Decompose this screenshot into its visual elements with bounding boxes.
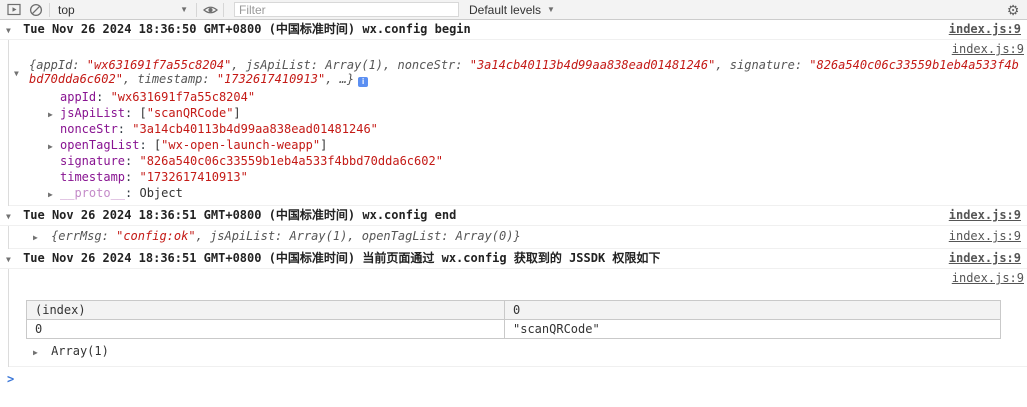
property-row-noncestr: nonceStr: "3a14cb40113b4d99aa838ead01481… (60, 122, 378, 136)
console-group-config-begin: index.js:9 ▼ Tue Nov 26 2024 18:36:50 GM… (0, 20, 1027, 206)
property-row-opentaglist[interactable]: ▶ openTagList: ["wx-open-launch-weapp"] (9, 137, 1027, 153)
collapse-triangle-icon[interactable]: ▼ (6, 26, 11, 35)
object-preview: {appId: "wx631691f7a55c8204", jsApiList:… (29, 58, 1019, 87)
console-toolbar: top ▼ Default levels ▼ ⚙ (0, 0, 1027, 20)
info-icon[interactable]: i (358, 77, 369, 87)
log-level-value: Default levels (469, 2, 542, 17)
console-prompt-icon: > (7, 372, 15, 386)
clear-console-icon[interactable] (25, 2, 47, 18)
property-row-proto[interactable]: ▶ __proto__: Object (9, 185, 1027, 201)
property-row-appid: appId: "wx631691f7a55c8204" (60, 90, 256, 104)
group-header[interactable]: index.js:9 ▼ Tue Nov 26 2024 18:36:50 GM… (0, 20, 1027, 40)
console-table: (index) 0 0 "scanQRCode" (26, 300, 1001, 339)
log-level-selector[interactable]: Default levels ▼ (463, 3, 561, 17)
table-header-0[interactable]: 0 (504, 300, 1001, 320)
group-header[interactable]: index.js:9 ▼ Tue Nov 26 2024 18:36:51 GM… (0, 249, 1027, 269)
property-row-jsapilist[interactable]: ▶ jsApiList: ["scanQRCode"] (9, 105, 1027, 121)
console-group-jssdk-permissions: index.js:9 ▼ Tue Nov 26 2024 18:36:51 GM… (0, 249, 1027, 367)
collapse-triangle-icon[interactable]: ▼ (6, 255, 11, 264)
live-expression-eye-icon[interactable] (199, 2, 221, 18)
object-preview-row[interactable]: ▼ {appId: "wx631691f7a55c8204", jsApiLis… (9, 58, 1027, 87)
group-title: Tue Nov 26 2024 18:36:51 GMT+0800 (中国标准时… (23, 251, 661, 265)
property-row-signature: signature: "826a540c06c33559b1eb4a533f4b… (60, 154, 443, 168)
frame-context-selector[interactable]: top ▼ (52, 3, 194, 17)
property-row-timestamp: timestamp: "1732617410913" (60, 170, 248, 184)
source-link[interactable]: index.js:9 (949, 209, 1021, 222)
console-sidebar-icon[interactable] (3, 2, 25, 18)
console-input[interactable]: > (0, 367, 1027, 407)
toolbar-divider (223, 2, 224, 17)
source-link[interactable]: index.js:9 (952, 42, 1024, 57)
source-link[interactable]: index.js:9 (949, 252, 1021, 265)
log-entry-config-object: index.js:9 ▼ {appId: "wx631691f7a55c8204… (9, 40, 1027, 206)
console-group-config-end: index.js:9 ▼ Tue Nov 26 2024 18:36:51 GM… (0, 206, 1027, 249)
group-header[interactable]: index.js:9 ▼ Tue Nov 26 2024 18:36:51 GM… (0, 206, 1027, 226)
object-properties: appId: "wx631691f7a55c8204" ▶ jsApiList: … (9, 89, 1027, 201)
table-row: 0 "scanQRCode" (26, 319, 1001, 339)
toolbar-divider (196, 2, 197, 17)
object-preview: {errMsg: "config:ok", jsApiList: Array(1… (51, 229, 521, 243)
source-link[interactable]: index.js:9 (952, 271, 1024, 286)
table-cell-value: "scanQRCode" (504, 319, 1001, 339)
frame-context-value: top (58, 2, 75, 17)
chevron-down-icon: ▼ (180, 5, 188, 14)
expand-triangle-icon: ▶ (48, 190, 53, 199)
chevron-down-icon: ▼ (547, 5, 555, 14)
log-entry-errmsg-object[interactable]: index.js:9 ▶ {errMsg: "config:ok", jsApi… (9, 226, 1027, 249)
source-link[interactable]: index.js:9 (949, 23, 1021, 36)
expand-triangle-icon[interactable]: ▼ (14, 67, 19, 81)
log-entry-console-table: index.js:9 (index) 0 0 "scanQRCode" ▶ Ar… (9, 269, 1027, 367)
settings-gear-icon[interactable]: ⚙ (1002, 2, 1024, 18)
group-title: Tue Nov 26 2024 18:36:51 GMT+0800 (中国标准时… (23, 208, 457, 222)
filter-input[interactable] (234, 2, 459, 17)
toolbar-divider (49, 2, 50, 17)
array-preview-row[interactable]: ▶ Array(1) (9, 344, 1027, 360)
table-header-row: (index) 0 (26, 300, 1001, 320)
collapse-triangle-icon[interactable]: ▼ (6, 212, 11, 221)
source-link[interactable]: index.js:9 (949, 229, 1021, 243)
expand-triangle-icon[interactable]: ▶ (33, 348, 38, 357)
table-cell-index: 0 (26, 319, 505, 339)
table-header-index[interactable]: (index) (26, 300, 505, 320)
group-title: Tue Nov 26 2024 18:36:50 GMT+0800 (中国标准时… (23, 22, 471, 36)
expand-triangle-icon[interactable]: ▶ (33, 233, 38, 242)
array-label: Array(1) (51, 344, 109, 358)
